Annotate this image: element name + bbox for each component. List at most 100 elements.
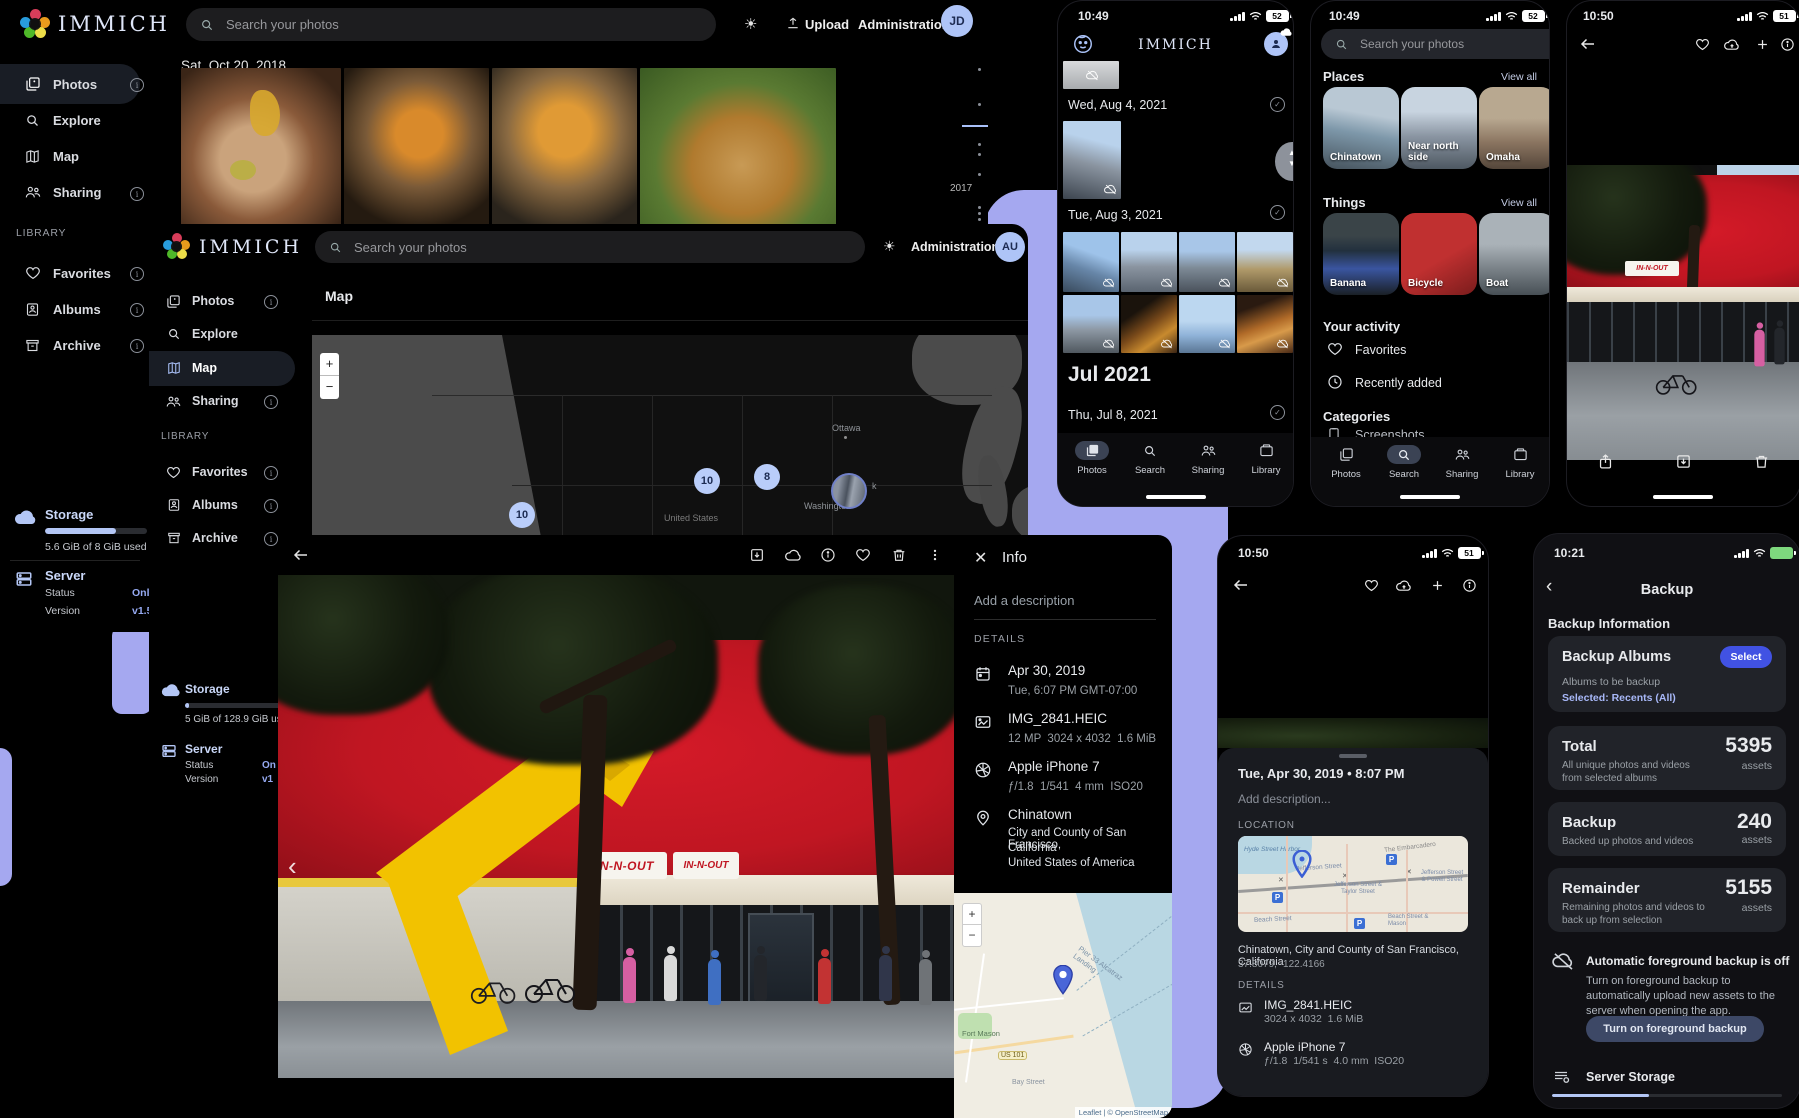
photo-thumbnail[interactable] <box>1063 61 1119 89</box>
photo-thumbnail[interactable] <box>640 68 836 225</box>
back-arrow-icon[interactable] <box>1579 35 1597 53</box>
info-badge-icon[interactable] <box>264 499 278 513</box>
sidebar-item-map[interactable]: Map <box>165 351 217 385</box>
info-icon[interactable] <box>1462 578 1477 593</box>
tab-sharing[interactable]: Sharing <box>1436 445 1488 480</box>
search-bar[interactable] <box>1321 29 1550 59</box>
share-icon[interactable] <box>1597 453 1614 470</box>
tab-search[interactable]: Search <box>1124 441 1176 476</box>
sidebar-item-photos[interactable]: Photos <box>165 284 234 318</box>
sidebar-item-sharing[interactable]: Sharing <box>165 384 239 418</box>
thing-card[interactable]: Bicycle <box>1401 213 1477 295</box>
place-card[interactable]: Near north side <box>1401 87 1477 169</box>
map-cluster-marker[interactable]: 8 <box>754 464 780 490</box>
description-input[interactable]: Add a description <box>974 593 1074 608</box>
photo-thumbnail[interactable] <box>1237 232 1293 292</box>
upload-button[interactable]: Upload <box>805 17 849 32</box>
home-indicator[interactable] <box>1146 495 1206 499</box>
upload-icon[interactable] <box>786 16 800 30</box>
activity-recently-added[interactable]: Recently added <box>1355 376 1442 390</box>
select-group-checkbox[interactable] <box>1270 97 1285 112</box>
photo-thumbnail[interactable] <box>1121 295 1177 353</box>
select-group-checkbox[interactable] <box>1270 205 1285 220</box>
main-photo[interactable]: IN-N-OUT <box>1567 165 1799 460</box>
administration-link[interactable]: Administration <box>858 17 950 32</box>
tab-library[interactable]: Library <box>1240 441 1292 476</box>
asset-place-line[interactable]: United States of America <box>1008 857 1135 869</box>
info-badge-icon[interactable] <box>264 466 278 480</box>
home-indicator[interactable] <box>1400 495 1460 499</box>
photo-thumbnail[interactable] <box>1237 295 1293 353</box>
favorite-heart-icon[interactable] <box>1364 578 1379 593</box>
user-avatar[interactable]: AU <box>995 232 1025 262</box>
photo-thumbnail[interactable] <box>1063 295 1119 353</box>
search-input[interactable] <box>224 16 680 33</box>
tab-library[interactable]: Library <box>1494 445 1546 480</box>
sidebar-item-explore[interactable]: Explore <box>165 317 238 351</box>
zoom-out-button[interactable]: − <box>320 376 339 398</box>
prev-photo-chevron[interactable]: ‹ <box>288 851 297 882</box>
description-input[interactable]: Add description... <box>1238 792 1331 806</box>
photo-thumbnail[interactable] <box>1063 232 1119 292</box>
sidebar-item-sharing[interactable]: Sharing <box>24 175 101 209</box>
sidebar-item-favorites[interactable]: Favorites <box>165 455 248 489</box>
home-indicator[interactable] <box>1653 495 1713 499</box>
close-icon[interactable]: ✕ <box>974 548 987 568</box>
archive-download-icon[interactable] <box>1675 453 1692 470</box>
map-zoom-control[interactable]: + − <box>320 353 339 399</box>
search-bar[interactable] <box>186 8 716 41</box>
asset-place-line[interactable]: California <box>1008 842 1057 854</box>
tab-sharing[interactable]: Sharing <box>1182 441 1234 476</box>
favorite-heart-icon[interactable] <box>855 547 871 563</box>
map-photo-marker[interactable] <box>831 473 867 509</box>
things-view-all-link[interactable]: View all <box>1501 197 1537 209</box>
trash-icon[interactable] <box>1753 453 1770 470</box>
sidebar-item-albums[interactable]: Albums <box>24 292 101 326</box>
administration-link[interactable]: Administration <box>911 240 999 254</box>
select-button[interactable]: Select <box>1720 646 1772 668</box>
sheet-drag-handle[interactable] <box>1339 754 1367 758</box>
zoom-in-button[interactable]: + <box>320 353 339 376</box>
favorite-heart-icon[interactable] <box>1695 37 1710 52</box>
thing-card[interactable]: Boat <box>1479 213 1550 295</box>
place-card[interactable]: Omaha <box>1479 87 1550 169</box>
sidebar-item-archive[interactable]: Archive <box>165 521 238 555</box>
cloud-icon[interactable] <box>785 548 802 562</box>
zoom-in-button[interactable]: + <box>963 904 981 925</box>
tab-search[interactable]: Search <box>1378 445 1430 480</box>
activity-favorites[interactable]: Favorites <box>1355 343 1406 357</box>
trash-icon[interactable] <box>891 547 907 563</box>
search-input[interactable] <box>352 239 826 256</box>
sidebar-item-favorites[interactable]: Favorites <box>24 256 111 290</box>
info-badge-icon[interactable] <box>130 267 144 281</box>
photo-thumbnail[interactable] <box>344 68 489 225</box>
timeline-drag-handle[interactable]: ▲▼ <box>1275 142 1294 181</box>
place-card[interactable]: Chinatown <box>1323 87 1399 169</box>
plus-icon[interactable] <box>1430 578 1445 593</box>
cloud-upload-icon[interactable] <box>1724 38 1740 51</box>
search-bar[interactable] <box>315 231 865 263</box>
theme-toggle-sun-icon[interactable]: ☀ <box>883 238 896 255</box>
main-photo[interactable]: IN-N-OUT IN-N-OUT ‹ <box>278 575 954 1078</box>
places-view-all-link[interactable]: View all <box>1501 71 1537 83</box>
back-arrow-icon[interactable] <box>1232 576 1250 594</box>
info-icon[interactable] <box>1780 37 1795 52</box>
search-input[interactable] <box>1358 36 1550 52</box>
photo-thumbnail[interactable] <box>1121 232 1177 292</box>
photo-thumbnail[interactable] <box>1179 295 1235 353</box>
plus-icon[interactable] <box>1755 37 1770 52</box>
info-badge-icon[interactable] <box>264 395 278 409</box>
tab-photos[interactable]: Photos <box>1066 441 1118 476</box>
sidebar-item-explore[interactable]: Explore <box>24 103 101 137</box>
info-badge-icon[interactable] <box>130 187 144 201</box>
info-badge-icon[interactable] <box>264 532 278 546</box>
photo-thumbnail[interactable] <box>1179 232 1235 292</box>
map-cluster-marker[interactable]: 10 <box>694 468 720 494</box>
sidebar-item-photos[interactable]: Photos <box>24 67 97 101</box>
theme-toggle-sun-icon[interactable]: ☀ <box>744 15 757 33</box>
thing-card[interactable]: Banana <box>1323 213 1399 295</box>
back-arrow-icon[interactable] <box>292 546 310 564</box>
user-avatar[interactable]: JD <box>941 5 973 37</box>
minimap-zoom-control[interactable]: + − <box>962 903 982 947</box>
tab-photos[interactable]: Photos <box>1320 445 1372 480</box>
